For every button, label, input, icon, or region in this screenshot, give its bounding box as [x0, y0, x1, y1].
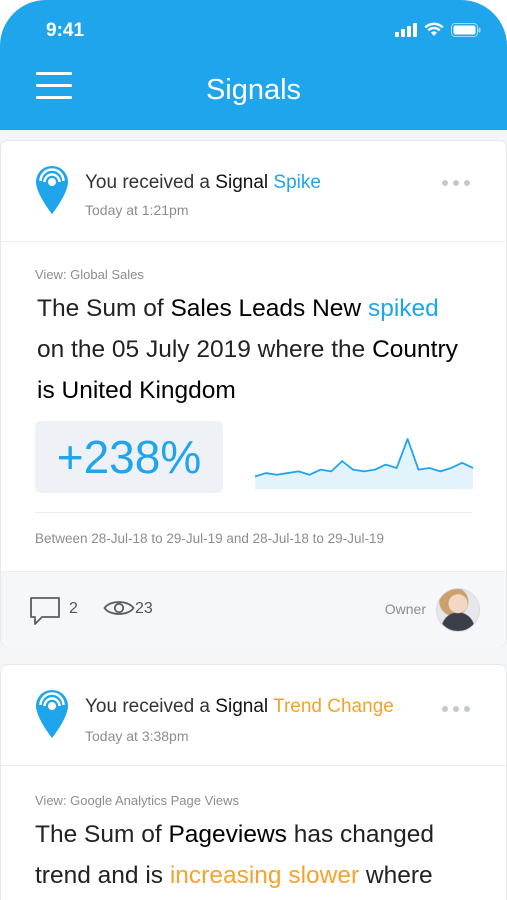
page-title: Signals [205, 74, 302, 106]
received-prefix: You received a [85, 172, 216, 193]
measure-name: Sales Leads New [170, 295, 362, 322]
desc-text: on the 05 July 2019 where the [37, 336, 373, 363]
signal-card[interactable]: You received a Signal Trend Change Today… [0, 664, 507, 900]
desc-text: has changed [286, 821, 435, 848]
measure-name: Pageviews [168, 821, 287, 848]
signal-word: Signal [215, 172, 269, 193]
location-pin-icon [36, 166, 68, 214]
signal-description: The Sum of Sales Leads New spiked on the… [37, 288, 487, 411]
signal-card[interactable]: You received a Signal Spike Today at 1:2… [0, 140, 507, 647]
view-name: View: Google Analytics Page Views [35, 793, 240, 808]
desc-text: The Sum of [37, 295, 171, 322]
wifi-icon [424, 22, 444, 36]
battery-icon [451, 22, 481, 37]
dimension-name: Country [372, 336, 458, 363]
sparkline-area [255, 439, 473, 489]
view-count: 23 [135, 600, 153, 617]
highlight-word: increasing slower [169, 862, 360, 889]
more-dots-icon[interactable] [442, 180, 470, 186]
view-name: View: Global Sales [35, 267, 144, 282]
sparkline-line [254, 438, 474, 478]
signal-bars-icon [395, 22, 417, 37]
comment-icon[interactable] [29, 596, 61, 626]
received-text: You received a Signal Spike [85, 172, 321, 194]
desc-text [361, 295, 368, 322]
status-icons [395, 22, 481, 37]
eye-icon[interactable] [103, 598, 135, 618]
received-text: You received a Signal Trend Change [85, 696, 394, 718]
signal-word: Signal [215, 696, 269, 717]
highlight-word: spiked [367, 295, 439, 322]
signal-type: Spike [273, 172, 321, 193]
more-dots-icon[interactable] [442, 706, 470, 712]
date-range: Between 28-Jul-18 to 29-Jul-19 and 28-Ju… [35, 531, 384, 546]
signal-card-header: You received a Signal Spike Today at 1:2… [1, 141, 506, 242]
desc-text: trend and is [35, 862, 170, 889]
location-pin-icon [36, 690, 68, 738]
dimension-value: is United Kingdom [37, 377, 236, 404]
comment-count: 2 [69, 600, 78, 617]
signal-card-footer: 2 23 Owner [1, 571, 506, 647]
desc-text: The Sum of [35, 821, 169, 848]
signal-time: Today at 1:21pm [85, 202, 189, 218]
signal-description: The Sum of Pageviews has changed trend a… [35, 814, 485, 896]
sparkline-chart [254, 438, 474, 489]
divider [35, 512, 472, 513]
desc-text: where [359, 862, 433, 889]
received-prefix: You received a [85, 696, 216, 717]
signal-type: Trend Change [273, 696, 394, 717]
signal-time: Today at 3:38pm [85, 728, 189, 744]
avatar[interactable] [436, 588, 480, 632]
signal-card-header: You received a Signal Trend Change Today… [1, 665, 506, 766]
status-time: 9:41 [46, 20, 85, 41]
metric-value: +238% [35, 421, 223, 493]
owner-label: Owner [384, 601, 426, 617]
app-header: 9:41 Signals [0, 0, 507, 130]
phone-screen: 9:41 Signals You received a Signal Spike… [0, 0, 507, 900]
